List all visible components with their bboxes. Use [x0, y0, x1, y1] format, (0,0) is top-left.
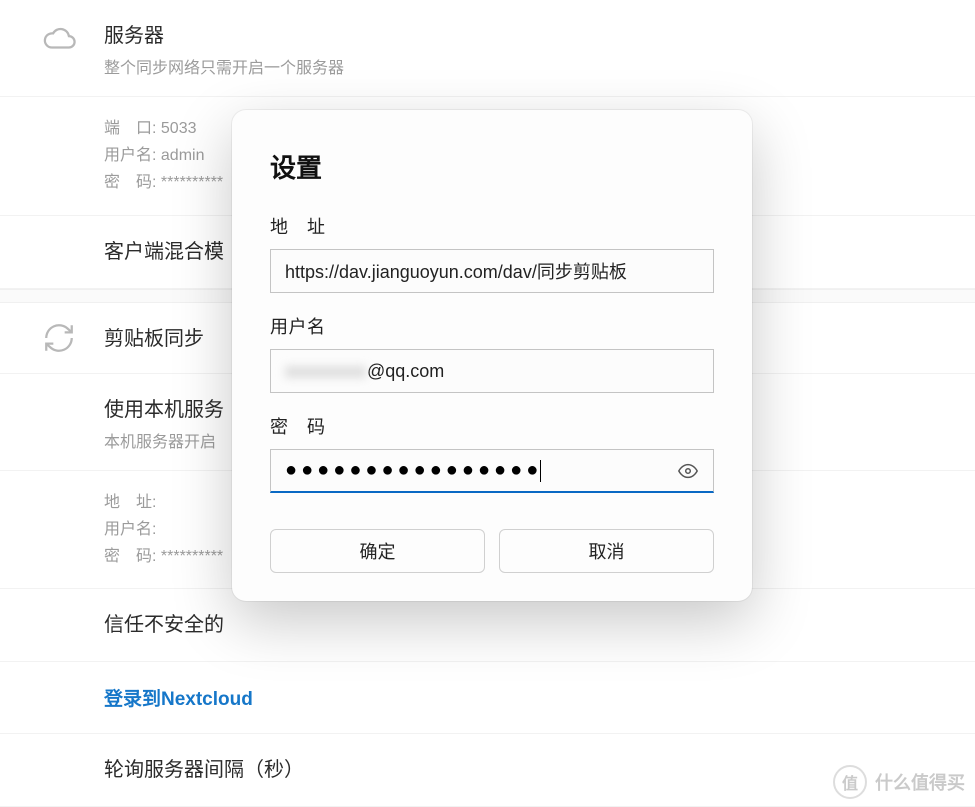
username-input[interactable] [367, 361, 699, 382]
dialog-title: 设置 [270, 148, 714, 185]
cloud-icon [42, 22, 76, 56]
username-label: 用户名 [270, 313, 714, 339]
poll-interval-row[interactable]: 轮询服务器间隔（秒） [0, 734, 975, 807]
nextcloud-link-row[interactable]: 登录到Nextcloud [0, 662, 975, 734]
password-field: 密 码 ●●●●●●●●●●●●●●●● [270, 413, 714, 493]
username-field: 用户名 xxxxxxxxx [270, 313, 714, 393]
settings-dialog: 设置 地 址 用户名 xxxxxxxxx 密 码 ●●●●●●●●●●●●●●●… [232, 110, 752, 601]
username-input-wrap[interactable]: xxxxxxxxx [270, 349, 714, 393]
ok-button[interactable]: 确定 [270, 529, 485, 573]
cancel-button[interactable]: 取消 [499, 529, 714, 573]
trust-insecure-label: 信任不安全的 [104, 611, 224, 639]
nextcloud-link[interactable]: 登录到Nextcloud [104, 689, 253, 710]
server-sub: 整个同步网络只需开启一个服务器 [104, 54, 945, 78]
client-mode-label: 客户端混合模 [104, 238, 224, 266]
password-input-wrap[interactable]: ●●●●●●●●●●●●●●●● [270, 449, 714, 493]
password-input[interactable]: ●●●●●●●●●●●●●●●● [285, 459, 542, 482]
poll-interval-label: 轮询服务器间隔（秒） [104, 756, 304, 784]
watermark-text: 什么值得买 [875, 769, 965, 795]
server-row[interactable]: 服务器 整个同步网络只需开启一个服务器 [0, 0, 975, 97]
address-input[interactable] [285, 261, 699, 282]
eye-icon[interactable] [677, 460, 699, 482]
address-input-wrap[interactable] [270, 249, 714, 293]
address-field: 地 址 [270, 213, 714, 293]
sync-icon [42, 321, 76, 355]
username-redacted: xxxxxxxxx [285, 361, 366, 382]
text-caret [540, 460, 541, 482]
watermark-badge: 值 [833, 765, 867, 799]
address-label: 地 址 [270, 213, 714, 239]
server-title: 服务器 [104, 22, 945, 50]
dialog-buttons: 确定 取消 [270, 529, 714, 573]
password-label: 密 码 [270, 413, 714, 439]
watermark: 值 什么值得买 [833, 765, 965, 799]
